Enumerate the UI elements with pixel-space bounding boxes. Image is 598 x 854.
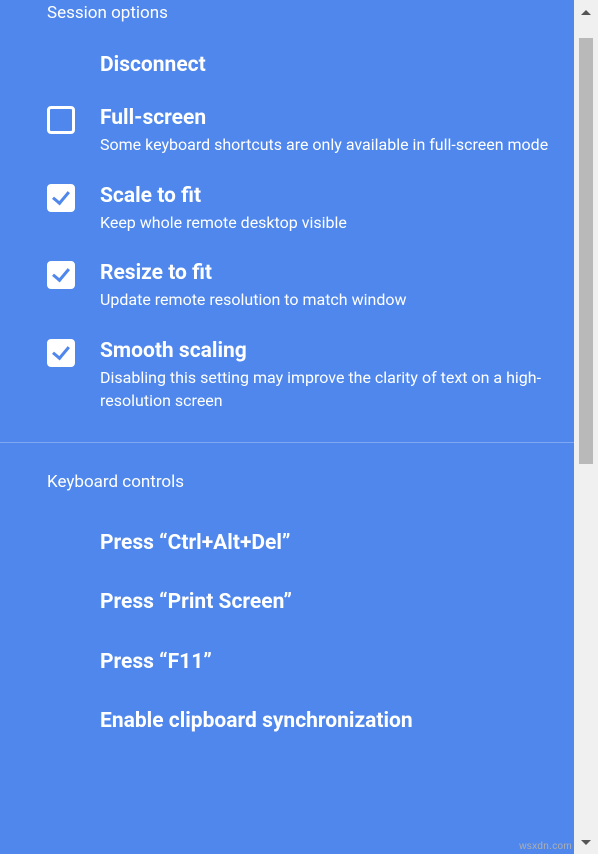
fullscreen-title: Full-screen — [100, 105, 554, 132]
fullscreen-checkbox[interactable] — [47, 106, 75, 134]
smooth-scaling-option[interactable]: Smooth scaling Disabling this setting ma… — [0, 338, 574, 413]
fullscreen-option[interactable]: Full-screen Some keyboard shortcuts are … — [0, 105, 574, 156]
press-f11-label: Press “F11” — [100, 649, 212, 676]
scale-to-fit-body: Scale to fit Keep whole remote desktop v… — [100, 183, 554, 234]
resize-to-fit-checkbox[interactable] — [47, 261, 75, 289]
session-options-header: Session options — [0, 0, 574, 26]
scroll-up-icon[interactable] — [574, 0, 598, 24]
disconnect-button[interactable]: Disconnect — [0, 52, 574, 79]
scroll-down-icon[interactable] — [574, 830, 598, 854]
smooth-scaling-desc: Disabling this setting may improve the c… — [100, 366, 554, 412]
resize-to-fit-title: Resize to fit — [100, 260, 554, 287]
press-print-screen-label: Press “Print Screen” — [100, 589, 292, 616]
enable-clipboard-button[interactable]: Enable clipboard synchronization — [0, 708, 574, 735]
press-ctrl-alt-del-label: Press “Ctrl+Alt+Del” — [100, 530, 290, 557]
scale-to-fit-option[interactable]: Scale to fit Keep whole remote desktop v… — [0, 183, 574, 234]
fullscreen-body: Full-screen Some keyboard shortcuts are … — [100, 105, 554, 156]
resize-to-fit-option[interactable]: Resize to fit Update remote resolution t… — [0, 260, 574, 311]
scrollbar-thumb[interactable] — [579, 38, 593, 464]
watermark-text: wsxdn.com — [519, 841, 572, 852]
press-f11-button[interactable]: Press “F11” — [0, 649, 574, 676]
session-options-section: Session options Disconnect Full-screen S… — [0, 0, 574, 440]
resize-to-fit-body: Resize to fit Update remote resolution t… — [100, 260, 554, 311]
disconnect-label: Disconnect — [100, 52, 206, 79]
scale-to-fit-checkbox[interactable] — [47, 184, 75, 212]
scale-to-fit-title: Scale to fit — [100, 183, 554, 210]
scrollbar-track[interactable] — [574, 0, 598, 854]
options-panel: Session options Disconnect Full-screen S… — [0, 0, 574, 854]
scale-to-fit-desc: Keep whole remote desktop visible — [100, 211, 554, 234]
smooth-scaling-title: Smooth scaling — [100, 338, 554, 365]
fullscreen-desc: Some keyboard shortcuts are only availab… — [100, 133, 554, 156]
press-ctrl-alt-del-button[interactable]: Press “Ctrl+Alt+Del” — [0, 530, 574, 557]
resize-to-fit-desc: Update remote resolution to match window — [100, 288, 554, 311]
smooth-scaling-body: Smooth scaling Disabling this setting ma… — [100, 338, 554, 413]
smooth-scaling-checkbox[interactable] — [47, 339, 75, 367]
keyboard-controls-section: Keyboard controls Press “Ctrl+Alt+Del” P… — [0, 443, 574, 763]
enable-clipboard-label: Enable clipboard synchronization — [100, 708, 413, 735]
keyboard-controls-header: Keyboard controls — [0, 443, 574, 495]
press-print-screen-button[interactable]: Press “Print Screen” — [0, 589, 574, 616]
